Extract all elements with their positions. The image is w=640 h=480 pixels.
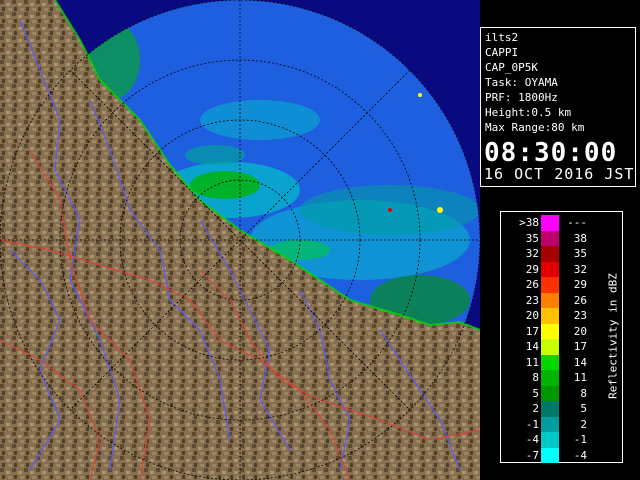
legend-lower-bound: 5 [532, 386, 539, 400]
legend-upper-bound: 11 [573, 371, 587, 384]
legend-row: 29 32 [501, 261, 601, 277]
legend-lower-bound: -1 [525, 417, 539, 431]
legend-row: 32 35 [501, 246, 601, 262]
legend-lower-bound: 2 [532, 402, 539, 415]
legend-swatch [541, 370, 559, 386]
radar-map [0, 0, 480, 480]
legend-lower-bound: 26 [525, 278, 539, 291]
legend-row: 14 17 [501, 339, 601, 355]
legend-swatch [541, 246, 559, 262]
info-box: ilts2 CAPPI CAP_0P5K Task: OYAMA PRF: 18… [480, 27, 636, 187]
legend-row: -1 2 [501, 416, 601, 432]
legend-upper-bound: 32 [573, 262, 587, 276]
legend-lower-bound: 8 [532, 371, 539, 384]
legend-upper-bound: 20 [573, 324, 587, 338]
legend-upper-bound: --- [567, 216, 587, 229]
legend-upper-bound: -4 [573, 448, 587, 462]
legend-row: 25 [501, 401, 601, 417]
radar-name: ilts2 [485, 31, 519, 44]
legend-lower-bound: 32 [525, 247, 539, 260]
legend-upper-bound: 29 [573, 278, 587, 291]
legend-swatch [541, 432, 559, 448]
task-label: Task: OYAMA [485, 76, 558, 89]
legend-swatch [541, 261, 559, 277]
legend-swatch [541, 230, 559, 246]
legend-upper-bound: -1 [573, 433, 587, 446]
legend-lower-bound: 20 [525, 309, 539, 322]
legend-upper-bound: 5 [580, 402, 587, 415]
legend-upper-bound: 38 [573, 231, 587, 245]
legend-row: 8 11 [501, 370, 601, 386]
legend-upper-bound: 2 [580, 417, 587, 431]
observation-date: 16 OCT 2016 JST [484, 165, 635, 183]
legend-row: >38 --- [501, 215, 601, 231]
legend-row: 26 29 [501, 277, 601, 293]
legend-lower-bound: -7 [525, 448, 539, 462]
legend-row: -4 -1 [501, 432, 601, 448]
max-range-label: Max Range:80 km [485, 121, 585, 134]
legend-row: 35 38 [501, 230, 601, 246]
legend-upper-bound: 35 [573, 247, 587, 260]
legend-upper-bound: 8 [580, 386, 587, 400]
legend-swatch [541, 215, 559, 231]
legend-lower-bound: 14 [525, 340, 539, 353]
legend-swatch [541, 401, 559, 417]
legend-lower-bound: 17 [525, 324, 539, 338]
legend-swatch [541, 292, 559, 308]
product-type: CAPPI [485, 46, 519, 59]
reflectivity-legend: >38 --- 35 38 32 35 29 32 26 29 23 26 20 23 17 20 14 17 11… [500, 211, 623, 463]
legend-row: 23 26 [501, 292, 601, 308]
legend-swatch [541, 385, 559, 401]
legend-lower-bound: >38 [519, 216, 539, 229]
height-label: Height:0.5 km [485, 106, 572, 119]
legend-title: Reflectivity in dBZ [606, 273, 620, 399]
legend-swatch [541, 354, 559, 370]
legend-swatch [541, 339, 559, 355]
legend-row: 11 14 [501, 354, 601, 370]
legend-upper-bound: 14 [573, 355, 587, 369]
legend-upper-bound: 23 [573, 309, 587, 322]
legend-swatch [541, 416, 559, 432]
legend-swatch [541, 323, 559, 339]
legend-swatch [541, 308, 559, 324]
legend-swatch [541, 277, 559, 293]
legend-row: 58 [501, 385, 601, 401]
legend-lower-bound: 23 [525, 293, 539, 307]
legend-row: 20 23 [501, 308, 601, 324]
legend-swatch [541, 447, 559, 463]
product-name: CAP_0P5K [485, 61, 538, 74]
observation-time: 08:30:00 [484, 138, 618, 168]
legend-row: 17 20 [501, 323, 601, 339]
legend-lower-bound: 35 [525, 231, 539, 245]
prf-label: PRF: 1800Hz [485, 91, 558, 104]
legend-lower-bound: 29 [525, 262, 539, 276]
legend-lower-bound: -4 [525, 433, 539, 446]
legend-upper-bound: 17 [573, 340, 587, 353]
legend-lower-bound: 11 [525, 355, 539, 369]
legend-upper-bound: 26 [573, 293, 587, 307]
legend-row: -7 -4 [501, 447, 601, 463]
